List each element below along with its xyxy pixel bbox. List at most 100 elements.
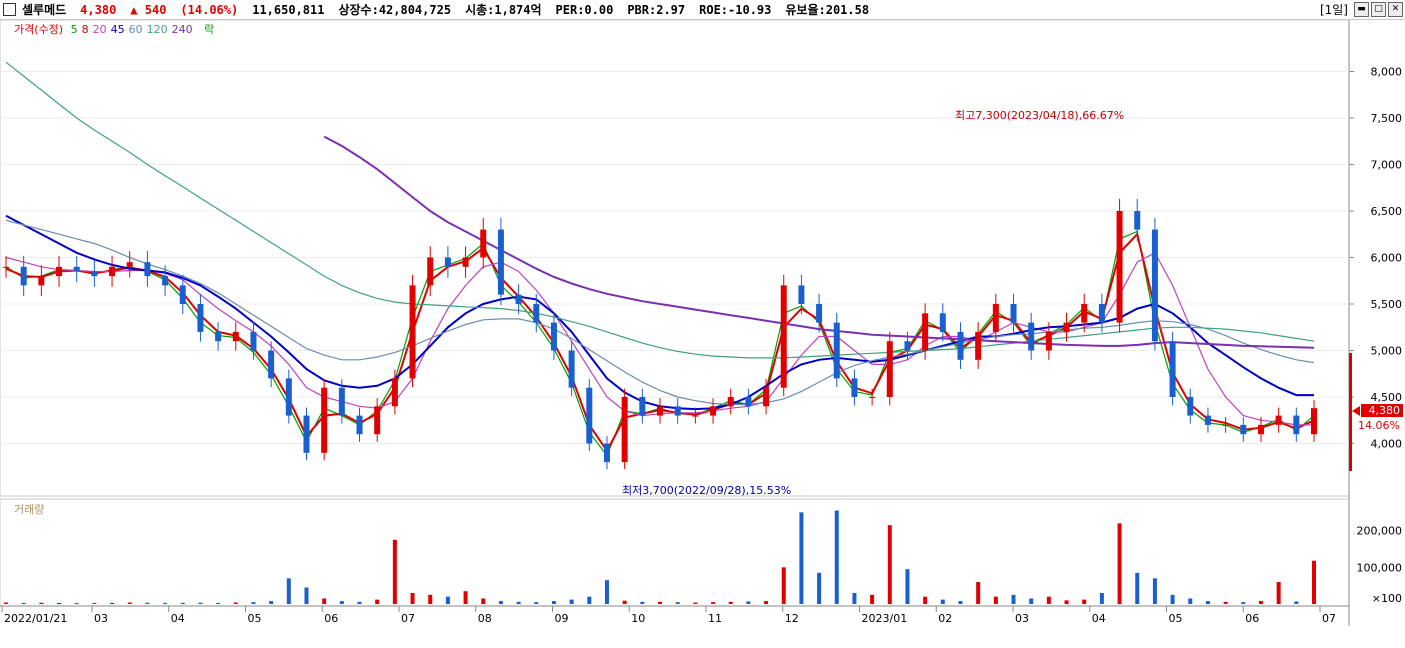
- x-tick-label: 04: [171, 612, 185, 625]
- candle-body: [975, 331, 982, 360]
- price-change: ▲ 540: [130, 2, 167, 17]
- volume-bar: [534, 602, 539, 604]
- candle-body: [179, 285, 186, 304]
- candle-body: [886, 341, 893, 397]
- candle-body: [1098, 304, 1105, 323]
- volume-bar: [1152, 578, 1157, 604]
- candle-body: [56, 266, 63, 277]
- current-price: 4,380: [80, 2, 117, 17]
- candle-body: [957, 331, 964, 360]
- volume-bar: [180, 602, 185, 604]
- ma-line-8: [5, 232, 1315, 453]
- legend-ma-5: 5: [70, 23, 78, 36]
- candle-body: [533, 304, 540, 323]
- candle-body: [603, 443, 610, 463]
- candle-body: [798, 285, 805, 304]
- candle-body: [550, 322, 557, 351]
- candle-body: [1045, 331, 1052, 351]
- minimize-icon[interactable]: ▬: [1354, 2, 1369, 17]
- y-tick-label: 5,000: [1371, 345, 1403, 358]
- x-tick-label: 10: [631, 612, 645, 625]
- candle-body: [250, 331, 257, 351]
- volume-bar: [693, 602, 698, 604]
- candle-body: [38, 276, 45, 286]
- candle-body: [126, 262, 133, 267]
- ma-line-20: [5, 251, 1314, 426]
- volume-bar: [1188, 598, 1193, 604]
- volume-bar: [569, 599, 574, 604]
- candle-body: [1081, 304, 1088, 323]
- maximize-icon[interactable]: □: [1371, 2, 1386, 17]
- candle-body: [303, 415, 310, 453]
- x-tick-label: 06: [1245, 612, 1259, 625]
- candle-body: [356, 415, 363, 435]
- volume-bar: [1170, 594, 1175, 604]
- volume-bar: [251, 602, 256, 604]
- candle-body: [162, 276, 169, 286]
- candle-body: [621, 397, 628, 463]
- candle-body: [1311, 408, 1317, 435]
- volume-bar: [940, 599, 945, 604]
- x-tick-label: 07: [401, 612, 415, 625]
- candle-body: [20, 266, 27, 286]
- trade-volume: 11,650,811: [252, 2, 325, 17]
- candle-body: [1187, 397, 1194, 416]
- volume-bar: [887, 525, 892, 604]
- ma-line-240: [323, 135, 1315, 349]
- x-tick-label: 03: [94, 612, 108, 625]
- volume-bar: [658, 601, 662, 604]
- volume-bar: [976, 582, 981, 604]
- pbr-value: PBR:2.97: [627, 2, 686, 17]
- last-price-label: 4,380: [1369, 404, 1401, 417]
- volume-bar: [74, 603, 79, 605]
- candle-body: [1257, 424, 1264, 435]
- y-tick-label: 5,500: [1371, 298, 1403, 311]
- volume-bar: [92, 602, 97, 604]
- volume-bar: [110, 602, 115, 604]
- candle-body: [1222, 424, 1229, 426]
- volume-bar: [339, 601, 344, 604]
- candle-body: [515, 294, 522, 304]
- per-value: PER:0.00: [555, 2, 614, 17]
- x-tick-label: 05: [1169, 612, 1183, 625]
- volume-tick-label: 200,000: [1357, 525, 1403, 538]
- period-selector[interactable]: [1일]: [1320, 1, 1348, 18]
- candle-body: [73, 266, 80, 272]
- candle-body: [904, 341, 911, 351]
- select-checkbox[interactable]: [3, 3, 16, 16]
- legend-ma-list: 5 8 20 45 60 120 240: [71, 23, 197, 36]
- y-tick-label: 4,000: [1371, 438, 1403, 451]
- volume-bar: [551, 601, 556, 604]
- candle-body: [374, 406, 381, 435]
- volume-bar: [870, 594, 875, 604]
- close-icon[interactable]: ✕: [1388, 2, 1403, 17]
- high-annotation: 최고7,300(2023/04/18),66.67%: [955, 109, 1124, 122]
- volume-bar: [799, 512, 804, 604]
- candle-body: [268, 350, 275, 379]
- volume-bar: [587, 596, 592, 604]
- volume-bar: [39, 602, 44, 604]
- volume-bar: [1258, 601, 1263, 604]
- volume-bar: [463, 591, 468, 604]
- candle-body: [91, 271, 98, 277]
- volume-bar: [993, 596, 998, 604]
- volume-bar: [1046, 596, 1051, 604]
- last-price-box: [1361, 404, 1403, 417]
- candle-body: [586, 387, 593, 444]
- volume-bar: [163, 602, 168, 604]
- candle-body: [444, 257, 451, 267]
- stock-chart[interactable]: 8,000 7,500 7,000 6,500 6,000 5,500 5,000 4,500…: [0, 0, 1405, 648]
- volume-bar: [498, 601, 503, 604]
- volume-bar: [145, 602, 150, 604]
- candle-body: [338, 387, 345, 416]
- volume-bar: [958, 601, 963, 604]
- candle-body: [409, 285, 416, 379]
- volume-bar: [286, 578, 291, 604]
- volume-bar: [304, 587, 309, 604]
- volume-bar: [4, 602, 8, 604]
- candle-body: [869, 397, 876, 398]
- x-tick-label: 06: [324, 612, 338, 625]
- volume-bar: [1011, 594, 1016, 604]
- candle-body: [1293, 415, 1300, 435]
- candle-body: [215, 331, 222, 342]
